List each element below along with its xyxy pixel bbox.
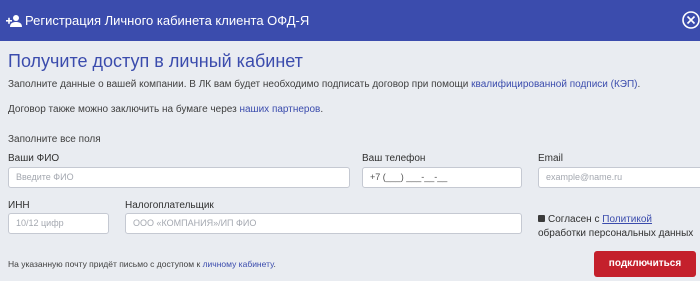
footer-note-end: . xyxy=(273,259,276,269)
footer-note: На указанную почту придёт письмо с досту… xyxy=(8,259,276,269)
page-title: Получите доступ в личный кабинет xyxy=(8,51,303,71)
partners-paragraph: Договор также можно заключить на бумаге … xyxy=(8,103,323,116)
intro-text-end: . xyxy=(637,79,641,90)
modal-title: Регистрация Личного кабинета клиента ОФД… xyxy=(25,13,310,28)
footer-note-text: На указанную почту придёт письмо с досту… xyxy=(8,259,203,269)
consent-checkbox[interactable]: Согласен с Политикой обработки персональ… xyxy=(538,213,693,241)
partners-text: Договор также можно заключить на бумаге … xyxy=(8,104,240,115)
fio-field[interactable]: Введите ФИО xyxy=(8,167,350,188)
inn-label: ИНН xyxy=(8,200,30,211)
fio-label: Ваши ФИО xyxy=(8,153,60,164)
consent-text: Согласен с xyxy=(548,214,603,225)
intro-paragraph: Заполните данные о вашей компании. В ЛК … xyxy=(8,78,640,91)
consent-text-2: обработки персональных данных xyxy=(538,228,694,239)
form-hint: Заполните все поля xyxy=(8,134,101,145)
taxpayer-field[interactable]: ООО «КОМПАНИЯ»/ИП ФИО xyxy=(125,213,522,234)
email-field[interactable]: example@name.ru xyxy=(538,167,700,188)
connect-button[interactable]: подключиться xyxy=(594,251,696,277)
cabinet-link[interactable]: личному кабинету xyxy=(203,259,274,269)
add-user-icon xyxy=(6,15,22,27)
inn-field[interactable]: 10/12 цифр xyxy=(8,213,109,234)
partners-text-end: . xyxy=(320,104,324,115)
privacy-policy-link[interactable]: Политикой xyxy=(602,214,652,225)
intro-text: Заполните данные о вашей компании. В ЛК … xyxy=(8,79,472,90)
phone-field[interactable]: +7 (___) ___-__-__ xyxy=(362,167,522,188)
email-label: Email xyxy=(538,153,564,164)
phone-label: Ваш телефон xyxy=(362,153,426,164)
checkbox-checked-icon[interactable] xyxy=(538,214,545,222)
modal-header: Регистрация Личного кабинета клиента ОФД… xyxy=(0,0,700,41)
kep-link[interactable]: квалифицированной подписи (КЭП) xyxy=(471,79,637,90)
close-icon[interactable] xyxy=(681,10,700,30)
partners-link[interactable]: наших партнеров xyxy=(239,104,320,115)
taxpayer-label: Налогоплательщик xyxy=(125,200,214,211)
